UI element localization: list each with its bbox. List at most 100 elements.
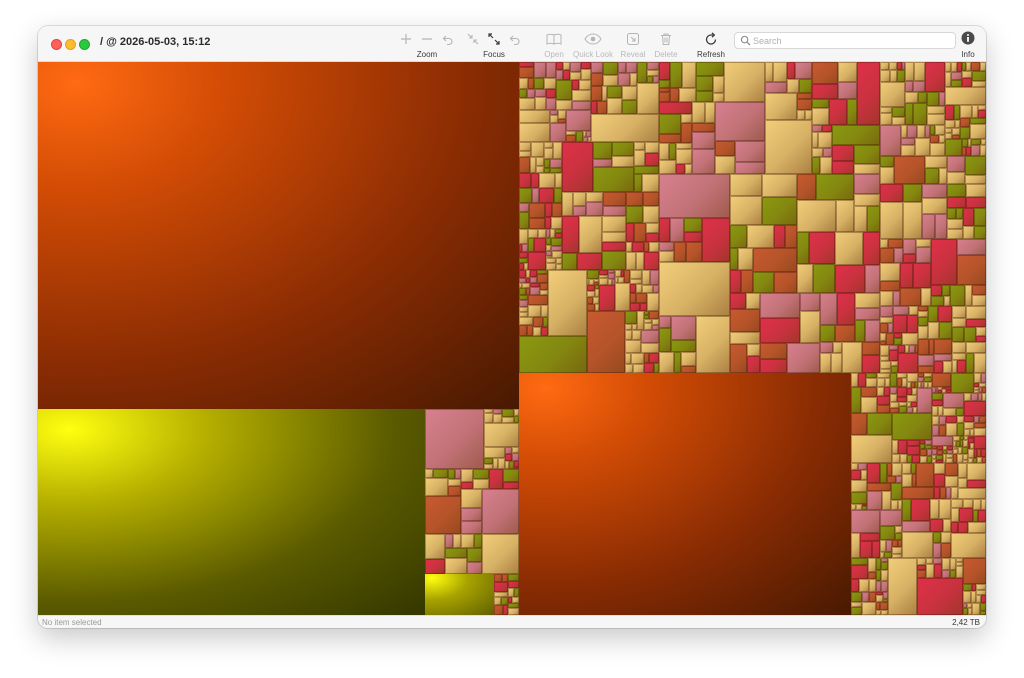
treemap-file-tile[interactable] [785,225,797,248]
treemap-file-tile[interactable] [913,263,931,288]
treemap-file-tile[interactable] [851,463,858,470]
treemap-file-tile[interactable] [917,125,925,138]
treemap-file-tile[interactable] [544,148,553,159]
treemap-file-tile[interactable] [461,508,482,521]
treemap-file-tile[interactable] [945,139,962,156]
treemap-file-tile[interactable] [586,192,603,202]
treemap-file-tile[interactable] [945,120,955,128]
treemap-file-tile[interactable] [860,533,880,541]
treemap-file-tile[interactable] [519,203,529,212]
treemap-file-tile[interactable] [636,252,644,270]
treemap-file-tile[interactable] [679,88,696,102]
treemap-file-tile[interactable] [634,166,659,174]
treemap-file-tile[interactable] [558,110,566,119]
treemap-file-tile[interactable] [637,62,647,83]
treemap-file-tile[interactable] [531,142,544,157]
treemap-file-tile[interactable] [931,285,942,296]
treemap-file-tile[interactable] [548,270,587,336]
trash-icon[interactable] [657,31,675,47]
treemap-file-tile[interactable] [659,114,681,134]
treemap-file-tile[interactable] [774,272,797,293]
treemap-file-tile[interactable] [603,75,618,86]
treemap-file-tile[interactable] [866,378,877,387]
treemap-file-tile[interactable] [508,608,519,615]
treemap-file-tile[interactable] [880,323,888,333]
focus-out-icon[interactable] [485,31,503,47]
treemap-file-tile[interactable] [618,73,630,86]
treemap-file-tile[interactable] [489,469,503,489]
treemap-file-tile[interactable] [591,86,602,101]
treemap-file-tile[interactable] [563,62,570,70]
treemap-file-tile[interactable] [541,327,548,336]
treemap-file-tile[interactable] [425,478,448,496]
treemap-file-tile[interactable] [797,110,805,120]
treemap-file-tile[interactable] [591,73,603,86]
treemap-file-tile[interactable] [847,99,857,125]
treemap-file-tile[interactable] [634,174,642,192]
treemap-file-tile[interactable] [951,487,958,499]
treemap-file-tile[interactable] [935,214,947,239]
treemap-file-tile[interactable] [765,120,812,174]
treemap-file-tile[interactable] [634,142,645,150]
treemap-file-tile[interactable] [880,113,892,125]
treemap-file-tile[interactable] [869,579,876,592]
treemap-file-tile[interactable] [498,458,505,469]
treemap-file-tile[interactable] [857,62,880,125]
treemap-file-tile[interactable] [881,562,888,570]
treemap-file-tile[interactable] [889,62,897,70]
treemap-file-tile[interactable] [641,330,659,343]
treemap-file-tile[interactable] [643,206,659,223]
treemap-file-tile[interactable] [765,93,797,120]
treemap-file-tile[interactable] [529,218,545,229]
treemap-file-tile[interactable] [859,579,869,592]
treemap-file-tile[interactable] [528,229,538,238]
treemap-file-tile[interactable] [702,218,730,262]
treemap-file-tile[interactable] [939,425,946,436]
treemap-file-tile[interactable] [851,435,892,463]
treemap-file-tile[interactable] [536,166,544,173]
treemap-file-tile[interactable] [880,602,888,610]
treemap-file-tile[interactable] [851,510,880,533]
treemap-file-tile[interactable] [917,578,963,615]
eye-icon[interactable] [582,31,604,47]
treemap-file-tile[interactable] [971,145,980,156]
treemap-file-tile[interactable] [630,270,642,279]
treemap-file-tile[interactable] [747,225,774,248]
treemap-file-tile[interactable] [730,248,738,270]
treemap-file-tile[interactable] [897,70,905,82]
treemap-file-tile[interactable] [835,265,865,293]
treemap-file-tile[interactable] [494,582,508,592]
treemap-file-tile[interactable] [550,159,562,168]
treemap-file-tile[interactable] [880,345,889,356]
treemap-file-tile[interactable] [952,342,966,353]
treemap-file-tile[interactable] [570,62,581,72]
treemap-file-tile[interactable] [898,440,907,454]
treemap-file-tile[interactable] [820,353,831,373]
treemap-file-tile[interactable] [425,409,484,469]
treemap-file-tile[interactable] [659,174,730,218]
treemap-file-tile[interactable] [964,422,974,429]
treemap-file-tile[interactable] [512,453,519,461]
treemap-file-tile[interactable] [860,541,872,558]
treemap-file-tile[interactable] [484,423,519,447]
treemap-file-tile[interactable] [914,62,925,81]
treemap-file-tile[interactable] [615,283,630,311]
treemap-file-tile[interactable] [917,570,926,578]
treemap-file-tile[interactable] [730,309,760,332]
treemap-file-tile[interactable] [890,70,897,82]
treemap-file-tile[interactable] [645,142,659,153]
treemap-file-tile[interactable] [880,70,890,82]
treemap-file-tile[interactable] [730,332,760,344]
treemap-file-tile[interactable] [519,98,535,110]
treemap-file-tile[interactable] [681,123,692,143]
treemap-file-tile[interactable] [897,387,907,397]
treemap-file-tile[interactable] [632,242,644,252]
treemap-file-tile[interactable] [934,463,945,474]
treemap-file-tile[interactable] [631,353,644,364]
treemap-file-tile[interactable] [952,128,960,135]
treemap-file-tile[interactable] [566,135,576,142]
treemap-file-tile[interactable] [967,480,986,488]
treemap-file-tile[interactable] [880,184,903,202]
treemap-file-tile[interactable] [529,203,545,218]
treemap-file-tile[interactable] [587,304,595,311]
